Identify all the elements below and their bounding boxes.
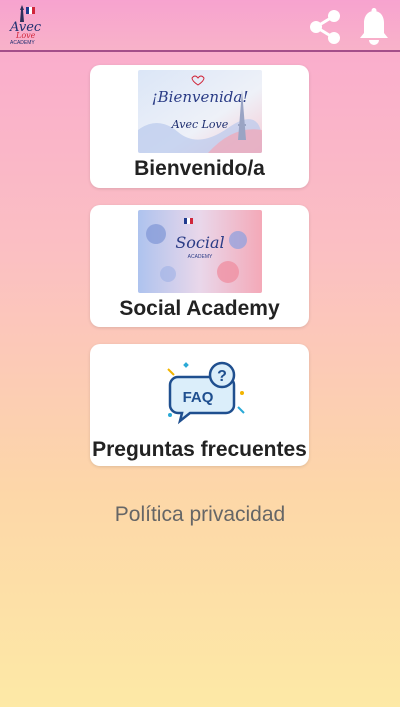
card-faq[interactable]: ? FAQ Preguntas frecuentes xyxy=(90,344,309,466)
card-title: Preguntas frecuentes xyxy=(92,438,307,461)
svg-text:Love: Love xyxy=(15,31,36,40)
app-logo[interactable]: Avec Love ACADEMY xyxy=(6,4,42,48)
card-bienvenido[interactable]: ¡Bienvenida! Avec Love Bienvenido/a xyxy=(90,65,309,188)
social-academy-image: Social ACADEMY xyxy=(138,210,262,293)
faq-image: ? FAQ xyxy=(138,349,262,432)
card-title: Social Academy xyxy=(119,297,280,320)
card-title: Bienvenido/a xyxy=(134,157,265,180)
notifications-bell-icon[interactable] xyxy=(356,7,392,47)
faq-image-text: FAQ xyxy=(183,389,214,406)
top-app-bar: Avec Love ACADEMY xyxy=(0,0,400,52)
card-social-academy[interactable]: Social ACADEMY Social Academy xyxy=(90,205,309,327)
svg-text:?: ? xyxy=(217,368,227,385)
welcome-image-text: ¡Bienvenida! xyxy=(152,88,249,106)
social-image-text: Social xyxy=(175,233,224,252)
welcome-image-logo: Avec Love xyxy=(171,118,229,131)
privacy-policy-link[interactable]: Política privacidad xyxy=(0,503,400,527)
share-icon[interactable] xyxy=(306,8,344,46)
welcome-image: ¡Bienvenida! Avec Love xyxy=(138,70,262,153)
svg-text:ACADEMY: ACADEMY xyxy=(10,40,35,46)
social-image-sub: ACADEMY xyxy=(188,254,213,260)
